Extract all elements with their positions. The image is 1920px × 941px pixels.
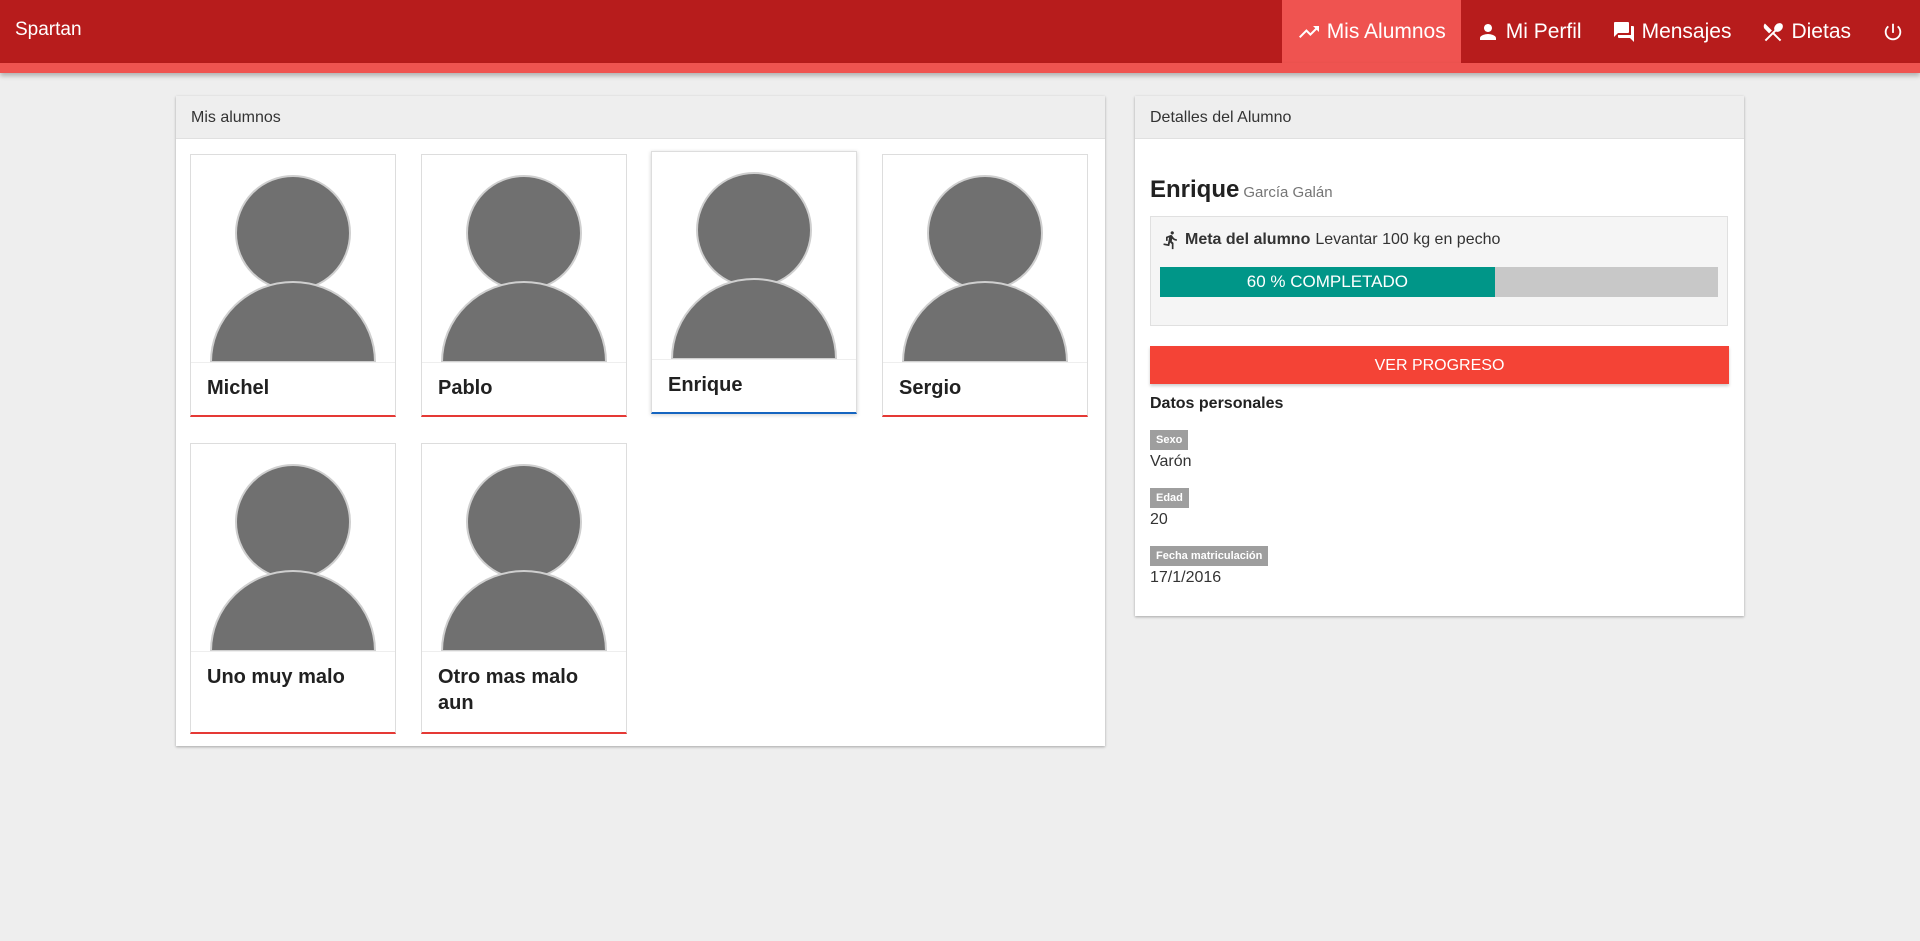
- brand-logo[interactable]: Spartan: [15, 19, 82, 41]
- top-navbar: Spartan Mis Alumnos Mi Perfil Mensajes D…: [0, 0, 1920, 64]
- sex-value: Varón: [1150, 453, 1192, 470]
- power-icon: [1884, 23, 1902, 41]
- student-name: Michel: [207, 377, 270, 399]
- student-name: Otro mas malo aun: [438, 666, 579, 714]
- running-icon: [1163, 231, 1177, 250]
- cutlery-icon: [1764, 23, 1784, 42]
- view-progress-button[interactable]: VER PROGRESO: [1150, 346, 1729, 384]
- nav-item-dietas[interactable]: Dietas: [1746, 0, 1866, 64]
- nav-item-mensajes[interactable]: Mensajes: [1597, 0, 1747, 64]
- avatar: [883, 175, 1087, 363]
- nav-item-label: Dietas: [1791, 20, 1851, 43]
- nav-menu: Mis Alumnos Mi Perfil Mensajes Dietas: [1281, 0, 1920, 64]
- students-panel-title: Mis alumnos: [176, 96, 1105, 139]
- navbar-accent-strip: [0, 63, 1920, 73]
- details-panel-title: Detalles del Alumno: [1135, 96, 1744, 139]
- progress-bar: 60 % COMPLETADO: [1160, 267, 1718, 297]
- avatar: [652, 172, 856, 360]
- nav-item-mis-alumnos[interactable]: Mis Alumnos: [1281, 0, 1461, 64]
- nav-item-label: Mi Perfil: [1505, 20, 1582, 43]
- student-name: Pablo: [438, 377, 493, 399]
- enrollment-date-value: 17/1/2016: [1150, 569, 1222, 586]
- student-name: Sergio: [899, 377, 962, 399]
- age-value: 20: [1150, 511, 1168, 528]
- student-card-michel[interactable]: Michel: [190, 154, 396, 417]
- student-name: Uno muy malo: [207, 666, 345, 688]
- person-icon: [1479, 24, 1496, 40]
- student-full-name: Enrique García Galán: [1150, 176, 1333, 204]
- student-card-pablo[interactable]: Pablo: [421, 154, 627, 417]
- trending-up-icon: [1298, 26, 1319, 38]
- students-panel: Mis alumnos Michel Pablo Enrique Sergio …: [176, 96, 1105, 746]
- logout-button[interactable]: [1866, 0, 1920, 64]
- personal-data-title: Datos personales: [1150, 395, 1284, 412]
- avatar: [191, 175, 395, 363]
- goal-text: Levantar 100 kg en pecho: [1315, 231, 1501, 248]
- goal-label: Meta del alumno: [1185, 231, 1311, 248]
- student-card-sergio[interactable]: Sergio: [882, 154, 1088, 417]
- student-name: Enrique: [668, 374, 743, 396]
- age-label: Edad: [1150, 488, 1189, 508]
- student-last-name: García Galán: [1243, 184, 1333, 201]
- nav-item-mi-perfil[interactable]: Mi Perfil: [1461, 0, 1597, 64]
- avatar: [422, 175, 626, 363]
- student-card-enrique[interactable]: Enrique: [651, 151, 857, 414]
- progress-fill: 60 % COMPLETADO: [1160, 267, 1495, 297]
- avatar: [191, 464, 395, 652]
- forum-icon: [1613, 22, 1634, 42]
- sex-label: Sexo: [1150, 430, 1189, 450]
- goal-box: Meta del alumno Levantar 100 kg en pecho…: [1150, 216, 1728, 326]
- student-details-panel: Detalles del Alumno Enrique García Galán …: [1135, 96, 1744, 616]
- goal-line: Meta del alumno Levantar 100 kg en pecho: [1161, 229, 1500, 251]
- student-card-otro-mas-malo-aun[interactable]: Otro mas malo aun: [421, 443, 627, 734]
- student-first-name: Enrique: [1150, 176, 1240, 203]
- avatar: [422, 464, 626, 652]
- nav-item-label: Mensajes: [1641, 20, 1732, 43]
- nav-item-label: Mis Alumnos: [1326, 20, 1446, 43]
- student-card-uno-muy-malo[interactable]: Uno muy malo: [190, 443, 396, 734]
- enrollment-date-label: Fecha matriculación: [1150, 546, 1269, 566]
